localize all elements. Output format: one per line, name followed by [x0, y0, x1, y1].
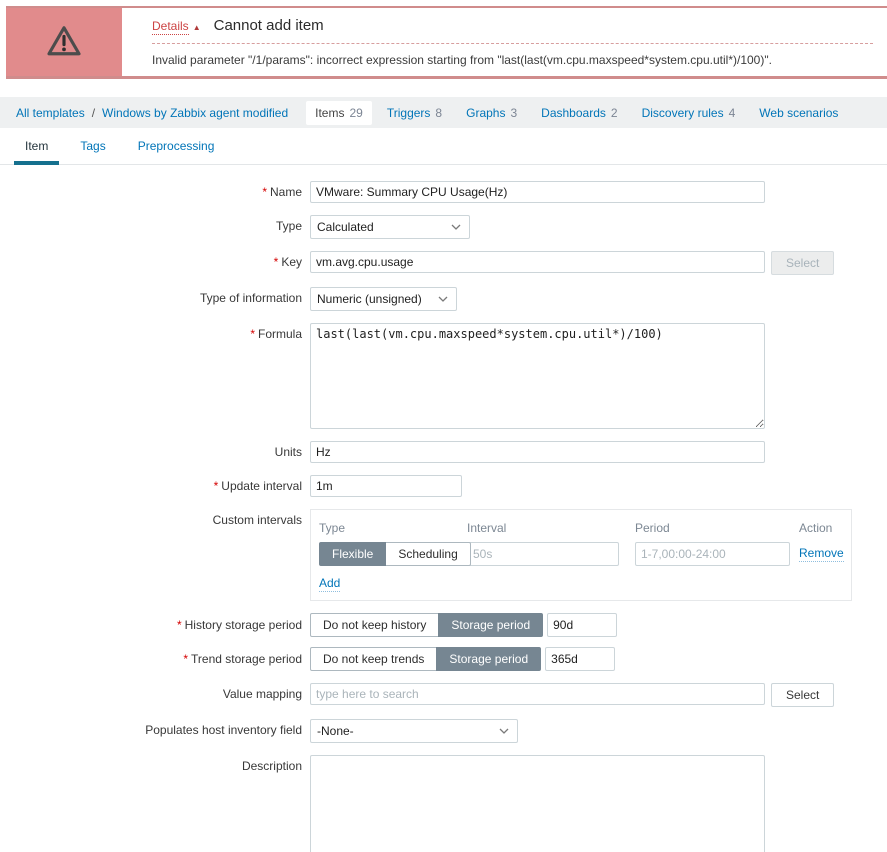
breadcrumb-separator: /: [91, 105, 96, 120]
form-row-description: Description: [0, 755, 887, 852]
type-of-information-select[interactable]: Numeric (unsigned): [310, 287, 457, 311]
nav-item-count: 29: [349, 105, 363, 120]
history-label: * History storage period: [176, 618, 302, 632]
formula-textarea[interactable]: last(last(vm.cpu.maxspeed*system.cpu.uti…: [310, 323, 765, 429]
item-form: *Name Type Calculated *Key Select Type o…: [0, 165, 887, 852]
type-of-information-label: Type of information: [199, 291, 302, 305]
error-details-link[interactable]: Details: [152, 19, 189, 35]
nav-item-items[interactable]: Items 29: [306, 100, 372, 125]
nav-item-count: 4: [728, 105, 736, 120]
remove-interval-link[interactable]: Remove: [799, 546, 844, 562]
description-textarea[interactable]: [310, 755, 765, 852]
form-tabs: Item Tags Preprocessing: [0, 128, 887, 165]
object-nav: Items 29 Triggers 8 Graphs 3 Dashboards …: [306, 100, 853, 125]
form-row-update-interval: * Update interval: [0, 475, 887, 497]
units-label: Units: [274, 445, 302, 459]
chevron-down-icon: [499, 728, 509, 734]
value-mapping-select-button[interactable]: Select: [771, 683, 835, 707]
do-not-keep-trends-button[interactable]: Do not keep trends: [310, 647, 438, 671]
tab-preprocessing[interactable]: Preprocessing: [127, 128, 226, 164]
value-mapping-label: Value mapping: [222, 687, 302, 701]
caret-up-icon: ▲: [192, 23, 201, 32]
column-header-action: Action: [799, 521, 833, 535]
form-row-trends: * Trend storage period Do not keep trends…: [0, 647, 887, 671]
form-row-history: * History storage period Do not keep hist…: [0, 613, 887, 637]
nav-item-count: 8: [435, 105, 443, 120]
form-row-name: * Name: [0, 181, 887, 203]
history-storage-period-button[interactable]: Storage period: [438, 613, 544, 637]
add-interval-link[interactable]: Add: [319, 576, 341, 592]
form-row-populates: Populates host inventory field -None-: [0, 719, 887, 743]
form-row-type: Type Calculated: [0, 215, 887, 239]
period-input[interactable]: [635, 542, 790, 566]
do-not-keep-history-button[interactable]: Do not keep history: [310, 613, 440, 637]
form-row-value-mapping: Value mapping Select: [0, 683, 887, 707]
nav-item-count: 2: [610, 105, 618, 120]
type-label: Type: [275, 219, 302, 233]
breadcrumb-strip: All templates / Windows by Zabbix agent …: [0, 97, 887, 128]
populates-label: Populates host inventory field: [145, 723, 302, 737]
nav-item-triggers[interactable]: Triggers 8: [378, 101, 451, 125]
nav-item-dashboards[interactable]: Dashboards 2: [532, 101, 626, 125]
description-label: Description: [241, 759, 302, 773]
nav-item-label: Dashboards: [541, 105, 606, 120]
custom-intervals-box: Type Interval Period Action Flexible Sch…: [310, 509, 852, 601]
form-row-formula: * Formula last(last(vm.cpu.maxspeed*syste…: [0, 323, 887, 429]
nav-item-graphs[interactable]: Graphs 3: [457, 101, 526, 125]
breadcrumb-template-name[interactable]: Windows by Zabbix agent modified: [102, 106, 288, 120]
nav-item-label: Web scenarios: [759, 105, 839, 120]
type-select-value: Calculated: [317, 220, 374, 234]
flexible-toggle-button[interactable]: Flexible: [319, 542, 387, 566]
name-input[interactable]: [310, 181, 765, 203]
column-header-type: Type: [319, 521, 346, 535]
formula-label: * Formula: [250, 327, 302, 341]
nav-item-web-scenarios[interactable]: Web scenarios: [750, 101, 847, 125]
populates-select-value: -None-: [317, 724, 354, 738]
error-message: Invalid parameter "/1/params": incorrect…: [152, 53, 772, 67]
nav-item-label: Graphs: [466, 105, 506, 120]
nav-item-label: Triggers: [386, 105, 431, 120]
name-label: * Name: [262, 185, 302, 199]
form-row-key: *Key Select: [0, 251, 887, 275]
value-mapping-input[interactable]: [310, 683, 765, 705]
custom-intervals-label: Custom intervals: [212, 513, 302, 527]
tab-tags[interactable]: Tags: [69, 128, 116, 164]
breadcrumb-all-templates[interactable]: All templates: [16, 106, 85, 120]
type-select[interactable]: Calculated: [310, 215, 470, 239]
type-of-information-value: Numeric (unsigned): [317, 292, 422, 306]
column-header-period: Period: [635, 521, 670, 535]
chevron-down-icon: [451, 224, 461, 230]
update-interval-input[interactable]: [310, 475, 462, 497]
key-input[interactable]: [310, 251, 765, 273]
key-select-button: Select: [771, 251, 835, 275]
nav-item-count: 3: [510, 105, 518, 120]
warning-triangle-icon: [46, 24, 82, 61]
error-icon-strip: [6, 8, 122, 76]
trends-label: * Trend storage period: [183, 652, 302, 666]
update-interval-label: * Update interval: [213, 479, 302, 493]
trend-period-input[interactable]: [545, 647, 616, 671]
interval-input[interactable]: [467, 542, 619, 566]
key-label: * Key: [273, 255, 302, 269]
trend-storage-period-button[interactable]: Storage period: [436, 647, 542, 671]
populates-select[interactable]: -None-: [310, 719, 518, 743]
form-row-type-of-information: Type of information Numeric (unsigned): [0, 287, 887, 311]
history-period-input[interactable]: [547, 613, 618, 637]
nav-item-label: Items: [315, 105, 345, 120]
interval-type-toggle: Flexible Scheduling: [319, 542, 471, 566]
error-banner: Details ▲ Cannot add item Invalid parame…: [6, 6, 887, 79]
tab-item[interactable]: Item: [14, 128, 60, 165]
units-input[interactable]: [310, 441, 765, 463]
column-header-interval: Interval: [467, 521, 507, 535]
error-title: Cannot add item: [213, 17, 324, 34]
form-row-custom-intervals: Custom intervals Type Interval Period Ac…: [0, 509, 887, 601]
scheduling-toggle-button[interactable]: Scheduling: [385, 542, 471, 566]
chevron-down-icon: [438, 296, 448, 302]
nav-item-discovery-rules[interactable]: Discovery rules 4: [633, 101, 745, 125]
form-row-units: Units: [0, 441, 887, 463]
nav-item-label: Discovery rules: [641, 105, 724, 120]
error-separator: [152, 43, 873, 44]
error-body: Details ▲ Cannot add item Invalid parame…: [122, 8, 887, 76]
